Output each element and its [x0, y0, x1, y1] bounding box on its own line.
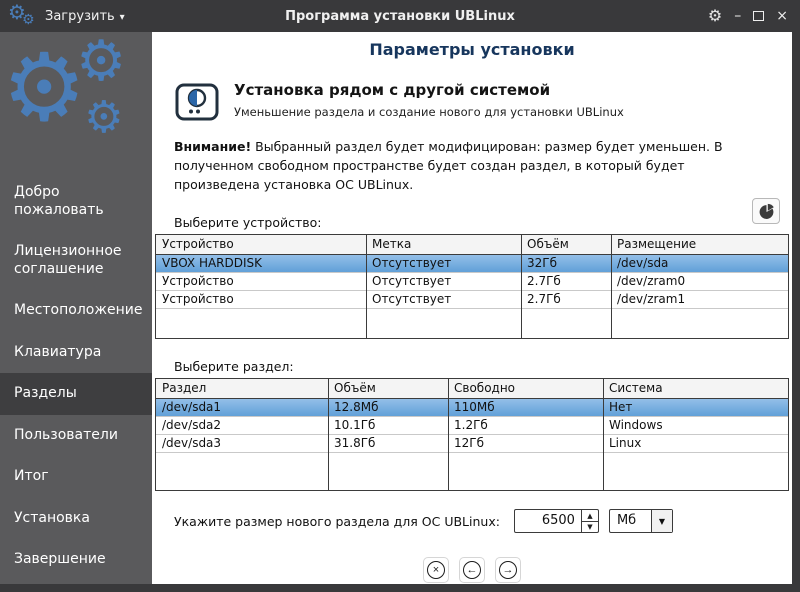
column-header[interactable]: Размещение [611, 235, 788, 255]
sidebar-item[interactable]: Завершение [0, 539, 152, 581]
device-select-label: Выберите устройство: [174, 215, 322, 230]
forward-arrow-icon: → [499, 561, 517, 579]
column-header[interactable]: Система [603, 379, 788, 399]
warning-text: Внимание! Выбранный раздел будет модифиц… [174, 138, 766, 194]
back-arrow-icon: ← [463, 561, 481, 579]
cancel-icon: × [427, 561, 445, 579]
table-cell[interactable]: Нет [603, 399, 788, 417]
sidebar-item[interactable]: Добро пожаловать [0, 172, 152, 231]
table-cell[interactable]: Отсутствует [366, 273, 521, 291]
table-cell[interactable]: /dev/zram1 [611, 291, 788, 309]
minimize-button[interactable]: – [734, 9, 741, 23]
sidebar-item[interactable]: Лицензионное соглашение [0, 231, 152, 290]
column-divider [366, 235, 367, 338]
size-row: Укажите размер нового раздела для ОС UBL… [152, 509, 792, 533]
load-button-label: Загрузить [45, 9, 115, 24]
table-cell[interactable]: 2.7Гб [521, 291, 611, 309]
section-subtitle: Уменьшение раздела и создание нового для… [234, 105, 624, 119]
spin-up-button[interactable]: ▲ [582, 510, 598, 521]
table-cell[interactable]: 12Гб [448, 435, 603, 453]
table-cell[interactable]: /dev/sda [611, 255, 788, 273]
settings-gear-icon[interactable]: ⚙ [708, 8, 722, 24]
main-content: Параметры установки Установка рядом с др… [152, 32, 792, 584]
spin-down-button[interactable]: ▼ [582, 521, 598, 533]
column-divider [603, 379, 604, 490]
close-button[interactable]: × [776, 9, 788, 23]
table-cell[interactable]: Отсутствует [366, 291, 521, 309]
column-header[interactable]: Метка [366, 235, 521, 255]
column-header[interactable]: Устройство [156, 235, 366, 255]
back-button[interactable]: ← [459, 557, 485, 583]
gears-illustration: ⚙ ⚙ ⚙ [0, 32, 152, 172]
column-header[interactable]: Раздел [156, 379, 328, 399]
table-cell[interactable]: /dev/sda1 [156, 399, 328, 417]
sidebar-item[interactable]: Разделы [0, 373, 152, 415]
gear-large-icon: ⚙ [2, 42, 86, 136]
unit-value: Мб [610, 510, 651, 532]
sidebar-item[interactable]: Клавиатура [0, 332, 152, 374]
spin-buttons: ▲ ▼ [581, 510, 598, 532]
hard-disk-icon [174, 79, 220, 125]
warning-bold: Внимание! [174, 139, 251, 154]
sidebar-nav: Добро пожаловатьЛицензионное соглашениеМ… [0, 172, 152, 581]
gear-small-icon: ⚙ [84, 96, 123, 140]
table-cell[interactable]: 31.8Гб [328, 435, 448, 453]
disk-usage-button[interactable] [752, 198, 780, 224]
titlebar: ⚙ ⚙ Загрузить ▾ Программа установки UBLi… [0, 0, 800, 32]
table-cell[interactable]: VBOX HARDDISK [156, 255, 366, 273]
section-title: Установка рядом с другой системой [234, 81, 624, 99]
maximize-icon [753, 11, 764, 21]
partition-select-label: Выберите раздел: [152, 359, 792, 374]
table-cell[interactable]: Отсутствует [366, 255, 521, 273]
table-cell[interactable]: 1.2Гб [448, 417, 603, 435]
column-divider [521, 235, 522, 338]
table-cell[interactable]: /dev/sda2 [156, 417, 328, 435]
gear-medium-icon: ⚙ [76, 34, 126, 90]
size-label: Укажите размер нового раздела для ОС UBL… [174, 514, 500, 529]
unit-dropdown[interactable]: Мб ▼ [609, 509, 673, 533]
table-cell[interactable]: /dev/zram0 [611, 273, 788, 291]
section-header: Установка рядом с другой системой Уменьш… [174, 79, 792, 125]
table-cell[interactable]: Windows [603, 417, 788, 435]
column-divider [611, 235, 612, 338]
dropdown-arrow-icon[interactable]: ▼ [651, 510, 672, 532]
navigation-buttons: × ← → [152, 557, 792, 583]
forward-button[interactable]: → [495, 557, 521, 583]
sidebar-item[interactable]: Установка [0, 498, 152, 540]
caret-down-icon: ▾ [120, 10, 125, 23]
table-cell[interactable]: /dev/sda3 [156, 435, 328, 453]
device-table[interactable]: УстройствоМеткаОбъёмРазмещениеVBOX HARDD… [155, 234, 789, 339]
table-cell[interactable]: Устройство [156, 273, 366, 291]
pie-chart-icon [758, 203, 775, 220]
column-header[interactable]: Объём [328, 379, 448, 399]
table-cell[interactable]: 10.1Гб [328, 417, 448, 435]
sidebar-item[interactable]: Пользователи [0, 415, 152, 457]
column-header[interactable]: Свободно [448, 379, 603, 399]
sidebar: ⚙ ⚙ ⚙ Добро пожаловатьЛицензионное согла… [0, 32, 152, 584]
cancel-button[interactable]: × [423, 557, 449, 583]
load-button[interactable]: Загрузить ▾ [45, 9, 125, 24]
table-cell[interactable]: Linux [603, 435, 788, 453]
column-divider [328, 379, 329, 490]
maximize-button[interactable] [753, 11, 764, 21]
column-divider [448, 379, 449, 490]
app-logo-icon: ⚙ ⚙ [8, 2, 38, 30]
table-cell[interactable]: 32Гб [521, 255, 611, 273]
table-cell[interactable]: Устройство [156, 291, 366, 309]
size-input[interactable]: 6500 [515, 510, 581, 532]
logo-gear-small-icon: ⚙ [22, 13, 35, 27]
device-select-row: Выберите устройство: [152, 204, 792, 230]
size-spinbox[interactable]: 6500 ▲ ▼ [514, 509, 599, 533]
sidebar-item[interactable]: Местоположение [0, 290, 152, 332]
partition-table[interactable]: РазделОбъёмСвободноСистема/dev/sda112.8М… [155, 378, 789, 491]
page-title: Параметры установки [152, 40, 792, 59]
table-cell[interactable]: 2.7Гб [521, 273, 611, 291]
warning-body: Выбранный раздел будет модифицирован: ра… [174, 139, 723, 192]
installer-window: ⚙ ⚙ Загрузить ▾ Программа установки UBLi… [0, 0, 800, 592]
table-cell[interactable]: 12.8Мб [328, 399, 448, 417]
table-cell[interactable]: 110Мб [448, 399, 603, 417]
sidebar-item[interactable]: Итог [0, 456, 152, 498]
column-header[interactable]: Объём [521, 235, 611, 255]
